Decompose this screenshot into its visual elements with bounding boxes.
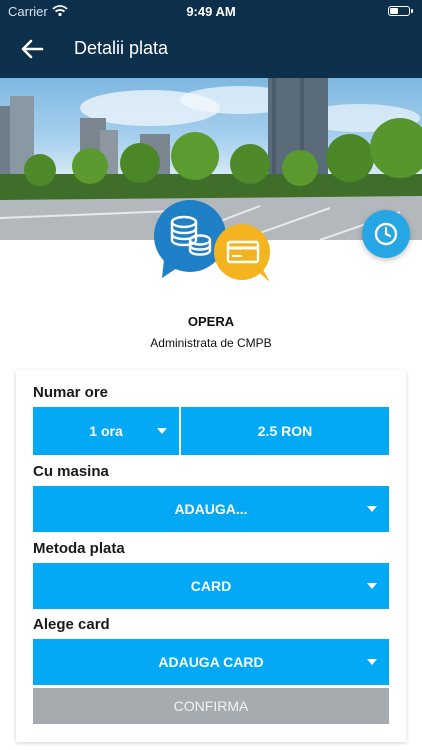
card-label: Alege card: [33, 616, 110, 633]
status-bar: Carrier 9:49 AM: [0, 0, 422, 22]
card-value: ADAUGA CARD: [158, 654, 264, 670]
location-name: OPERA: [187, 314, 235, 329]
payment-method-value: CARD: [190, 578, 232, 594]
nav-bar: Detalii plata: [0, 30, 422, 68]
payment-method-select[interactable]: CARD: [33, 563, 389, 609]
car-label: Cu masina: [33, 463, 109, 480]
chevron-down-icon: [157, 428, 167, 434]
app-header: Carrier 9:49 AM Detalii plata: [0, 0, 422, 78]
car-select[interactable]: ADAUGA...: [33, 486, 389, 532]
page-title: Detalii plata: [74, 38, 169, 58]
payment-form: Numar ore 1 ora 2.5 RON Cu masina ADAUGA…: [16, 370, 406, 742]
credit-card-icon: [214, 224, 270, 282]
hours-value: 1 ora: [89, 423, 123, 439]
price-value: 2.5 RON: [257, 423, 313, 439]
history-button[interactable]: [362, 210, 410, 258]
payment-method-label: Metoda plata: [33, 540, 125, 557]
chevron-down-icon: [367, 506, 377, 512]
confirm-label: CONFIRMA: [173, 698, 249, 714]
battery-icon: [388, 6, 413, 16]
clock-time: 9:49 AM: [186, 4, 236, 19]
confirm-button[interactable]: CONFIRMA: [33, 688, 389, 724]
location-admin: Administrata de CMPB: [150, 336, 272, 350]
hours-row: 1 ora 2.5 RON: [33, 407, 389, 455]
back-arrow-icon[interactable]: [18, 35, 48, 63]
price-display: 2.5 RON: [181, 407, 389, 455]
chevron-down-icon: [367, 583, 377, 589]
chevron-down-icon: [367, 659, 377, 665]
hours-select[interactable]: 1 ora: [33, 407, 179, 455]
clock-icon: [374, 222, 398, 246]
car-value: ADAUGA...: [174, 501, 248, 517]
hours-label: Numar ore: [33, 384, 109, 401]
card-select[interactable]: ADAUGA CARD: [33, 639, 389, 685]
